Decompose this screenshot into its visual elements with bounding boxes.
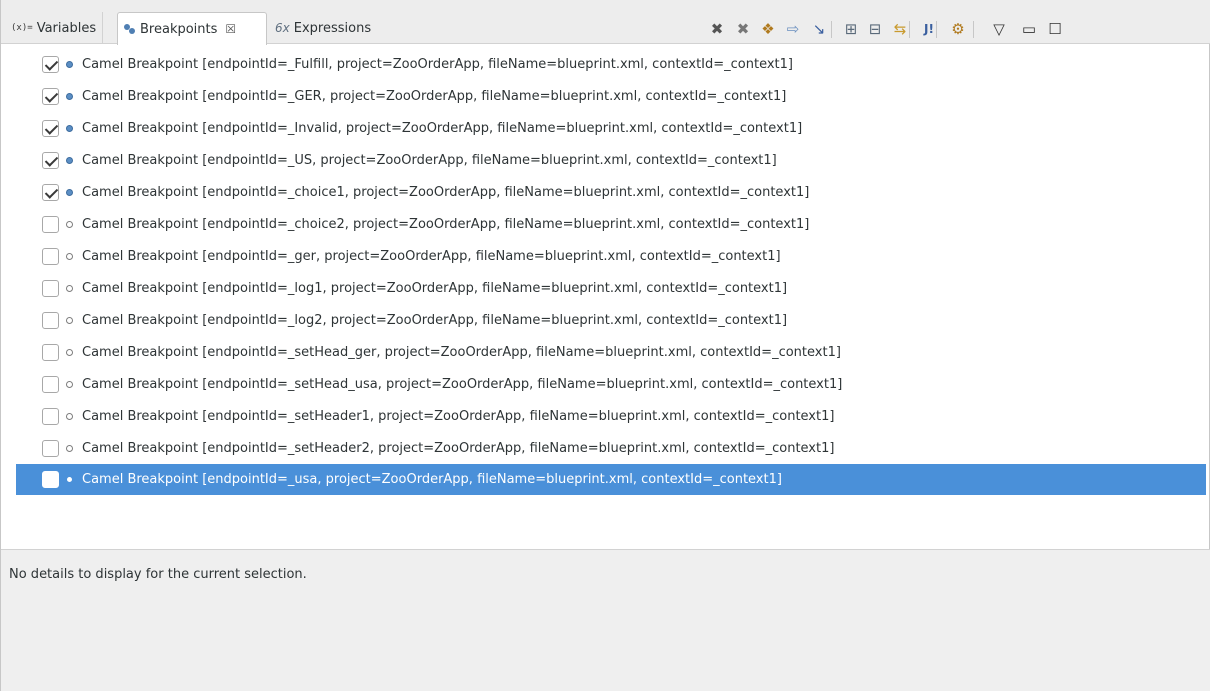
breakpoint-row[interactable]: Camel Breakpoint [endpointId=_setHeader1… (16, 400, 1206, 432)
breakpoint-disabled-icon (66, 412, 73, 420)
details-pane[interactable]: No details to display for the current se… (1, 549, 1210, 691)
collapse-all-icon[interactable]: ⊟ (865, 18, 885, 40)
breakpoints-icon (124, 23, 136, 35)
variables-icon: (x)= (11, 23, 33, 33)
breakpoint-enabled-checkbox[interactable] (42, 375, 59, 393)
tab-variables-label: Variables (36, 20, 97, 36)
breakpoint-label: Camel Breakpoint [endpointId=_US, projec… (82, 152, 777, 168)
breakpoint-label: Camel Breakpoint [endpointId=_usa, proje… (82, 472, 782, 487)
breakpoint-disabled-icon (66, 252, 73, 260)
breakpoint-enabled-icon (66, 92, 73, 100)
breakpoint-label: Camel Breakpoint [endpointId=_setHead_us… (82, 376, 843, 392)
breakpoint-label: Camel Breakpoint [endpointId=_choice2, p… (82, 216, 810, 232)
toolbar-separator (973, 21, 974, 38)
breakpoint-label: Camel Breakpoint [endpointId=_Invalid, p… (82, 120, 803, 136)
view-menu-icon[interactable]: ▽ (989, 18, 1009, 40)
breakpoint-disabled-icon (66, 284, 73, 292)
breakpoint-enabled-checkbox[interactable] (42, 279, 59, 297)
breakpoint-label: Camel Breakpoint [endpointId=_ger, proje… (82, 248, 781, 264)
breakpoint-row[interactable]: Camel Breakpoint [endpointId=_setHead_ge… (16, 336, 1206, 368)
breakpoint-enabled-checkbox[interactable] (42, 247, 59, 265)
breakpoints-view: (x)= Variables Breakpoints ☒ 6x Expressi… (0, 0, 1210, 691)
breakpoint-row[interactable]: Camel Breakpoint [endpointId=_setHeader2… (16, 432, 1206, 464)
toggle-tracepoint-icon[interactable]: ⚙ (948, 18, 968, 40)
breakpoint-enabled-icon (66, 188, 73, 196)
breakpoint-row[interactable]: Camel Breakpoint [endpointId=_US, projec… (16, 144, 1206, 176)
details-message: No details to display for the current se… (9, 567, 307, 582)
breakpoint-label: Camel Breakpoint [endpointId=_log2, proj… (82, 312, 788, 328)
breakpoint-enabled-checkbox[interactable] (42, 311, 59, 329)
remove-all-breakpoints-icon[interactable]: ✖ (733, 18, 753, 40)
breakpoint-enabled-checkbox[interactable] (42, 407, 59, 425)
breakpoint-enabled-checkbox[interactable] (42, 215, 59, 233)
breakpoint-enabled-checkbox[interactable] (42, 87, 59, 105)
breakpoint-row[interactable]: Camel Breakpoint [endpointId=_usa, proje… (16, 464, 1206, 495)
tab-expressions-label: Expressions (293, 20, 372, 36)
breakpoint-disabled-icon (66, 316, 73, 324)
breakpoint-enabled-icon (66, 60, 73, 68)
show-supported-breakpoints-icon[interactable]: ❖ (758, 18, 778, 40)
link-with-debug-view-icon[interactable]: ⇆ (890, 18, 910, 40)
breakpoint-label: Camel Breakpoint [endpointId=_GER, proje… (82, 88, 787, 104)
breakpoint-disabled-icon (66, 220, 73, 228)
tab-expressions[interactable]: 6x Expressions (269, 12, 377, 44)
breakpoint-label: Camel Breakpoint [endpointId=_log1, proj… (82, 280, 788, 296)
breakpoint-row[interactable]: Camel Breakpoint [endpointId=_setHead_us… (16, 368, 1206, 400)
tab-breakpoints[interactable]: Breakpoints ☒ (117, 12, 267, 45)
breakpoint-label: Camel Breakpoint [endpointId=_setHeader1… (82, 408, 835, 424)
breakpoint-enabled-checkbox[interactable] (42, 439, 59, 457)
breakpoint-list[interactable]: Camel Breakpoint [endpointId=_Fulfill, p… (16, 48, 1206, 495)
breakpoint-row[interactable]: Camel Breakpoint [endpointId=_choice1, p… (16, 176, 1206, 208)
breakpoint-label: Camel Breakpoint [endpointId=_setHeader2… (82, 440, 835, 456)
breakpoint-disabled-icon (66, 380, 73, 388)
expand-all-icon[interactable]: ⊞ (841, 18, 861, 40)
breakpoint-enabled-icon (66, 124, 73, 132)
top-strip (1, 0, 1210, 11)
breakpoint-enabled-checkbox[interactable] (42, 343, 59, 361)
breakpoint-enabled-checkbox[interactable] (42, 471, 59, 488)
breakpoint-row[interactable]: Camel Breakpoint [endpointId=_log2, proj… (16, 304, 1206, 336)
go-to-file-icon[interactable]: ⇨ (783, 18, 803, 40)
toolbar-separator (909, 21, 910, 38)
tab-variables[interactable]: (x)= Variables (5, 12, 104, 44)
view-tab-bar: (x)= Variables Breakpoints ☒ 6x Expressi… (1, 0, 1210, 45)
breakpoint-row[interactable]: Camel Breakpoint [endpointId=_ger, proje… (16, 240, 1206, 272)
remove-breakpoint-icon[interactable]: ✖ (707, 18, 727, 40)
breakpoint-enabled-checkbox[interactable] (42, 151, 59, 169)
maximize-icon[interactable]: ☐ (1045, 18, 1065, 40)
breakpoint-enabled-checkbox[interactable] (42, 119, 59, 137)
breakpoint-label: Camel Breakpoint [endpointId=_choice1, p… (82, 184, 810, 200)
breakpoint-label: Camel Breakpoint [endpointId=_setHead_ge… (82, 344, 841, 360)
breakpoint-disabled-icon (66, 444, 73, 452)
tab-breakpoints-label: Breakpoints (140, 21, 218, 37)
skip-breakpoints-icon[interactable]: ↘ (809, 18, 829, 40)
toolbar-separator (831, 21, 832, 38)
minimize-icon[interactable]: ▭ (1019, 18, 1039, 40)
breakpoint-row[interactable]: Camel Breakpoint [endpointId=_log1, proj… (16, 272, 1206, 304)
breakpoint-row[interactable]: Camel Breakpoint [endpointId=_Fulfill, p… (16, 48, 1206, 80)
breakpoint-label: Camel Breakpoint [endpointId=_Fulfill, p… (82, 56, 793, 72)
toolbar-separator (936, 21, 937, 38)
expressions-icon: 6x (275, 21, 290, 35)
breakpoint-enabled-icon (66, 156, 73, 164)
breakpoint-disabled-icon (67, 477, 72, 482)
breakpoint-row[interactable]: Camel Breakpoint [endpointId=_Invalid, p… (16, 112, 1206, 144)
breakpoint-disabled-icon (66, 348, 73, 356)
breakpoint-enabled-checkbox[interactable] (42, 183, 59, 201)
breakpoint-row[interactable]: Camel Breakpoint [endpointId=_choice2, p… (16, 208, 1206, 240)
close-tab-icon[interactable]: ☒ (225, 22, 236, 36)
breakpoint-row[interactable]: Camel Breakpoint [endpointId=_GER, proje… (16, 80, 1206, 112)
breakpoint-enabled-checkbox[interactable] (42, 55, 59, 73)
